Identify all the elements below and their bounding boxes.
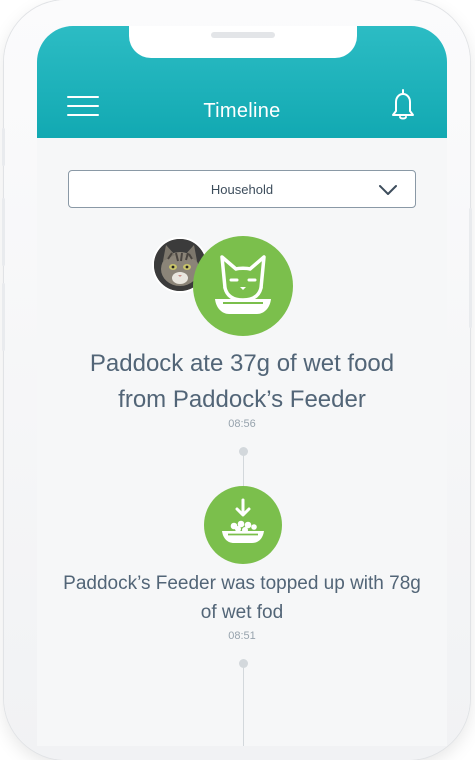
timeline-connector-dot (239, 447, 248, 456)
bell-icon[interactable] (387, 87, 419, 121)
bowl-refill-icon (204, 486, 282, 564)
phone-volume-down-button (2, 283, 5, 351)
timeline-event-title-line: Paddock ate 37g of wet food (89, 350, 395, 377)
timeline-event-time: 08:51 (228, 630, 256, 642)
timeline-event-time: 08:56 (228, 418, 256, 430)
timeline-event-title-line: from Paddock’s Feeder (118, 386, 366, 413)
timeline-connector (243, 666, 244, 746)
household-filter-label: Household (210, 182, 274, 197)
app-header: Timeline (37, 26, 447, 138)
phone-frame: Timeline Household Paddock ate 37g of we… (2, 0, 472, 760)
household-filter-select[interactable]: Household (68, 170, 416, 208)
phone-side-button (2, 128, 5, 166)
page-title: Timeline (203, 100, 281, 122)
cat-eating-bowl-icon (193, 236, 293, 336)
phone-notch (129, 26, 357, 58)
timeline-event-title-line: of wet fod (200, 601, 284, 623)
timeline-event-title-line: Paddock’s Feeder was topped up with 78g (63, 573, 421, 594)
timeline-event-title: Paddock ate 37g of wet food from Paddock… (37, 346, 447, 418)
phone-power-button (469, 208, 472, 328)
phone-volume-up-button (2, 198, 5, 266)
app-screen: Timeline Household Paddock ate 37g of we… (37, 26, 447, 746)
timeline-event-title: Paddock’s Feeder was topped up with 78g … (37, 570, 447, 627)
chevron-down-icon (379, 185, 397, 195)
phone-speaker (211, 32, 275, 38)
timeline-connector (243, 454, 244, 488)
